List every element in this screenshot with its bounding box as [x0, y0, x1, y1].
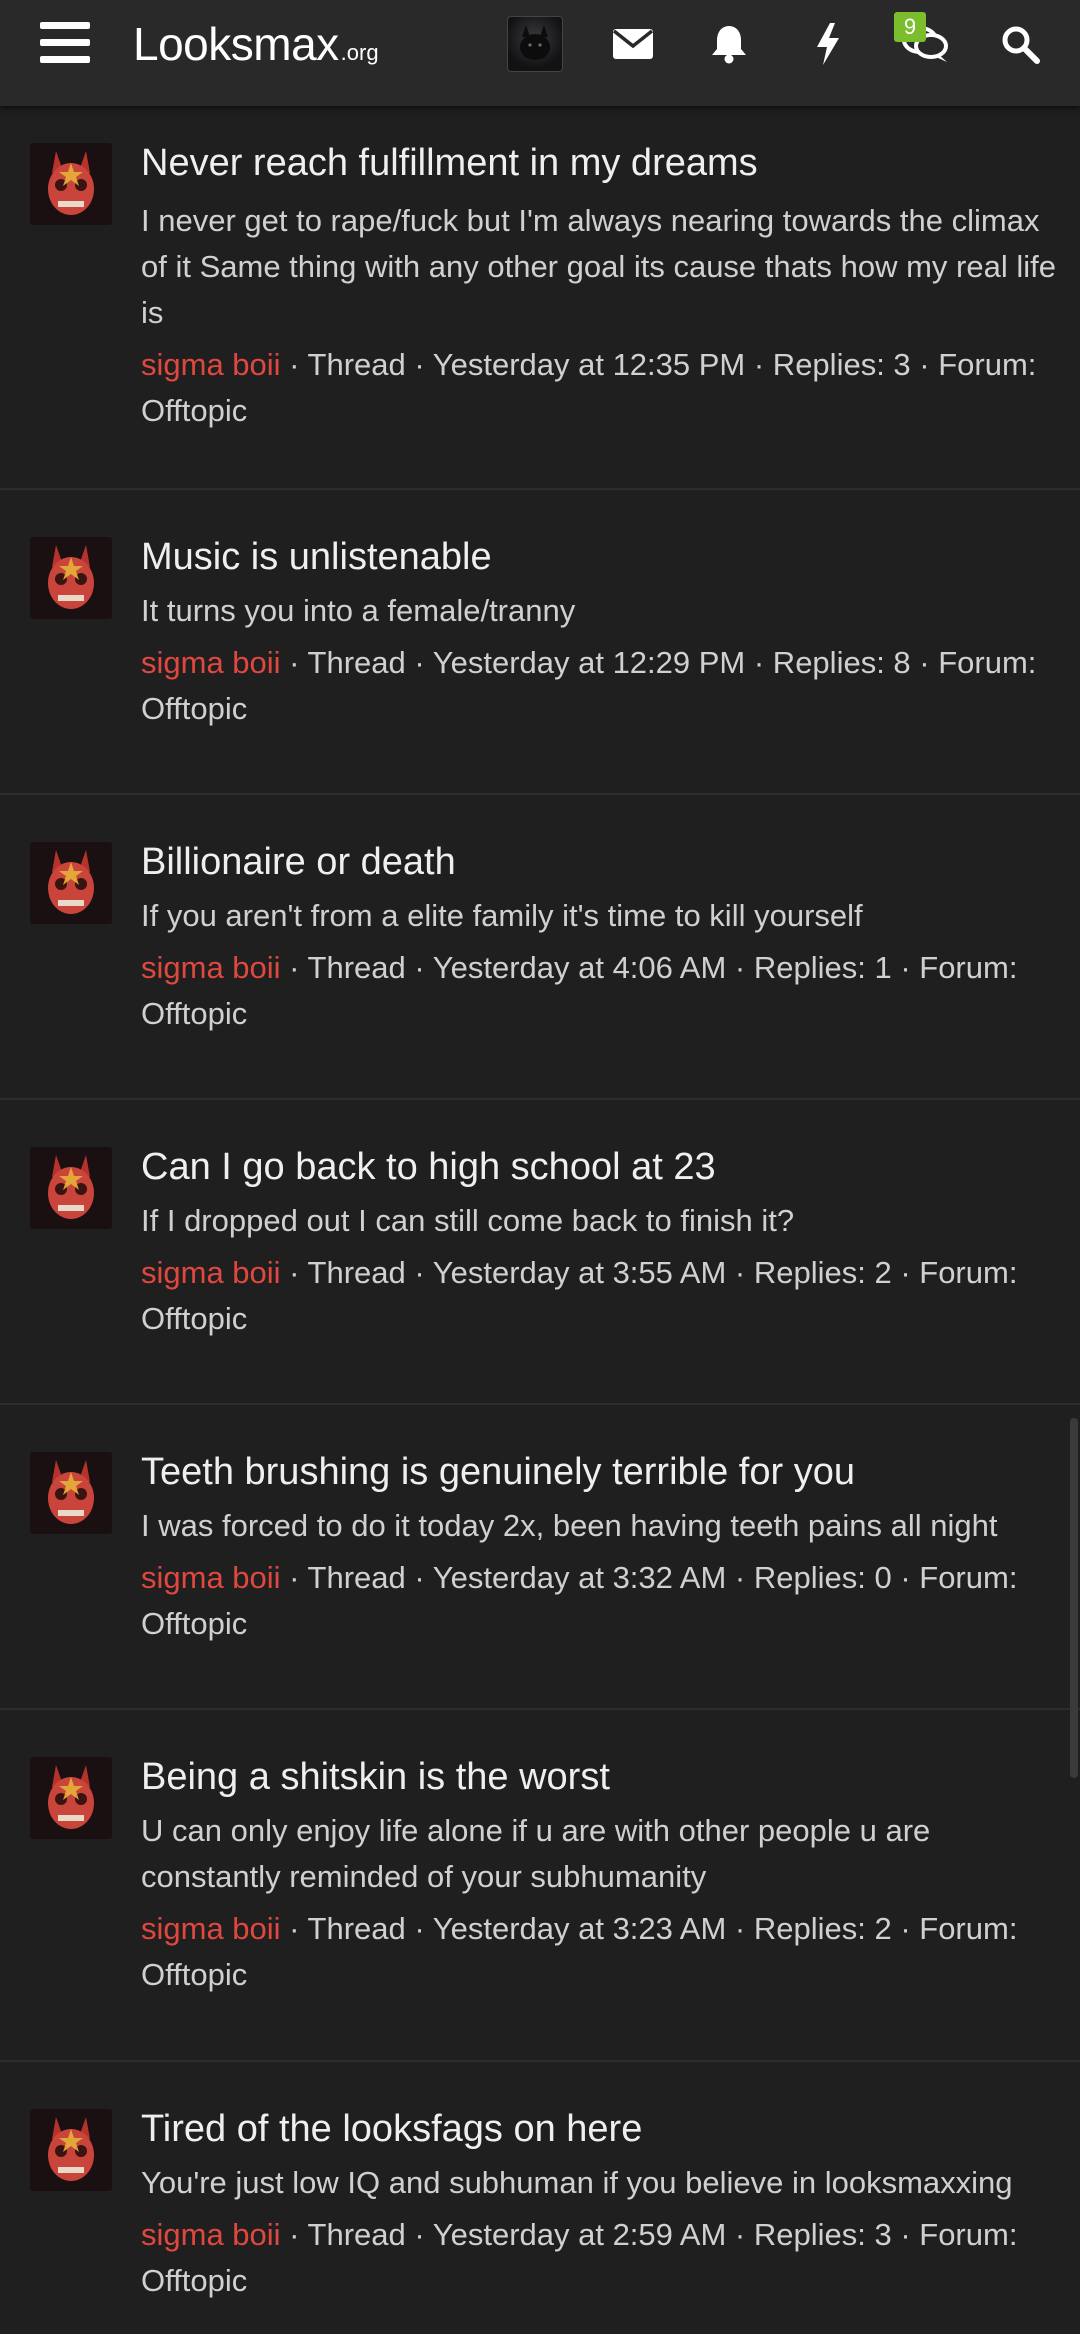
thread-title[interactable]: Music is unlistenable — [141, 534, 1051, 580]
thread-title[interactable]: Never reach fulfillment in my dreams — [141, 140, 1051, 186]
username-link[interactable]: sigma boii — [141, 645, 281, 680]
thread-title[interactable]: Teeth brushing is genuinely terrible for… — [141, 1449, 1051, 1495]
avatar[interactable] — [30, 1452, 112, 1534]
avatar[interactable] — [30, 143, 112, 225]
top-navigation-bar: Looksmax .org 9 — [0, 0, 1080, 106]
search-icon[interactable] — [990, 14, 1050, 74]
thread-snippet: If I dropped out I can still come back t… — [141, 1203, 795, 1238]
avatar[interactable] — [30, 537, 112, 619]
username-link[interactable]: sigma boii — [141, 950, 281, 985]
username-link[interactable]: sigma boii — [141, 1255, 281, 1290]
thread-meta: sigma boii · Thread · Yesterday at 3:23 … — [141, 1906, 1061, 1998]
scrollbar[interactable] — [1070, 1418, 1078, 1778]
thread-meta: sigma boii · Thread · Yesterday at 12:35… — [141, 342, 1061, 434]
thread-title[interactable]: Can I go back to high school at 23 — [141, 1144, 1051, 1190]
thread-title[interactable]: Being a shitskin is the worst — [141, 1754, 1051, 1800]
thread-title[interactable]: Billionaire or death — [141, 839, 1051, 885]
avatar[interactable] — [507, 16, 563, 72]
thread-meta: sigma boii · Thread · Yesterday at 2:59 … — [141, 2212, 1061, 2304]
logo-tld-text: .org — [340, 40, 379, 65]
logo-main-text: Looksmax — [133, 18, 339, 70]
notification-badge: 9 — [894, 12, 926, 42]
bell-icon[interactable] — [699, 14, 759, 74]
menu-icon[interactable] — [40, 20, 92, 66]
thread-snippet: If you aren't from a elite family it's t… — [141, 898, 863, 933]
thread-item: Billionaire or death If you aren't from … — [0, 795, 1080, 1100]
thread-title[interactable]: Tired of the looksfags on here — [141, 2106, 1051, 2152]
thread-meta: sigma boii · Thread · Yesterday at 3:32 … — [141, 1555, 1061, 1647]
username-link[interactable]: sigma boii — [141, 347, 281, 382]
thread-meta: sigma boii · Thread · Yesterday at 12:29… — [141, 640, 1061, 732]
thread-item: Never reach fulfillment in my dreams I n… — [0, 106, 1080, 490]
thread-item: Tired of the looksfags on here You're ju… — [0, 2062, 1080, 2334]
thread-snippet: You're just low IQ and subhuman if you b… — [141, 2165, 1013, 2200]
avatar[interactable] — [30, 2109, 112, 2191]
username-link[interactable]: sigma boii — [141, 2217, 281, 2252]
thread-snippet: It turns you into a female/tranny — [141, 593, 576, 628]
avatar[interactable] — [30, 1757, 112, 1839]
avatar[interactable] — [30, 1147, 112, 1229]
thread-item: Music is unlistenable It turns you into … — [0, 490, 1080, 795]
thread-snippet: I was forced to do it today 2x, been hav… — [141, 1508, 998, 1543]
thread-item: Being a shitskin is the worst U can only… — [0, 1710, 1080, 2062]
username-link[interactable]: sigma boii — [141, 1911, 281, 1946]
thread-item: Teeth brushing is genuinely terrible for… — [0, 1405, 1080, 1710]
thread-meta: sigma boii · Thread · Yesterday at 4:06 … — [141, 945, 1061, 1037]
thread-meta: sigma boii · Thread · Yesterday at 3:55 … — [141, 1250, 1061, 1342]
thread-snippet: U can only enjoy life alone if u are wit… — [141, 1813, 931, 1894]
avatar[interactable] — [30, 842, 112, 924]
thread-snippet: I never get to rape/fuck but I'm always … — [141, 203, 1056, 330]
lightning-icon[interactable] — [798, 14, 858, 74]
envelope-icon[interactable] — [603, 14, 663, 74]
thread-item: Can I go back to high school at 23 If I … — [0, 1100, 1080, 1405]
site-logo[interactable]: Looksmax .org — [133, 14, 379, 74]
username-link[interactable]: sigma boii — [141, 1560, 281, 1595]
